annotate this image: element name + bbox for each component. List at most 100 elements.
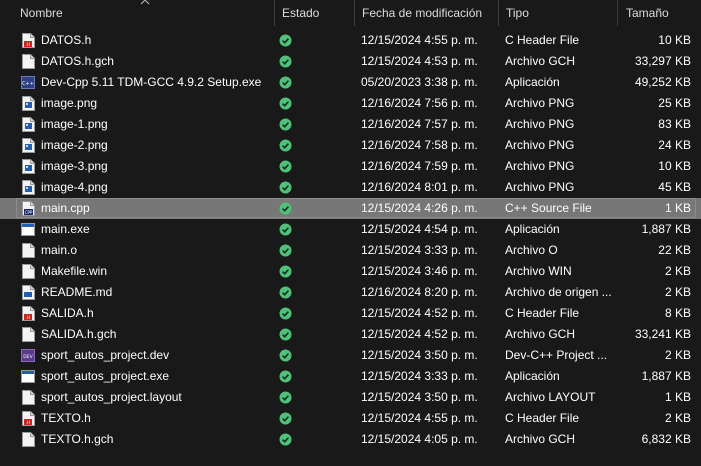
file-name[interactable]: image-4.png xyxy=(41,177,271,198)
file-name[interactable]: image-1.png xyxy=(41,114,271,135)
cpp-file-icon: CPP xyxy=(22,201,35,216)
file-size: 8 KB xyxy=(664,306,691,320)
synced-check-icon xyxy=(279,76,292,89)
png-file-icon xyxy=(22,117,35,132)
column-header-name[interactable]: Nombre xyxy=(20,0,270,26)
file-type: Archivo de origen ... xyxy=(505,285,612,299)
column-divider[interactable] xyxy=(354,0,355,26)
svg-text:.H: .H xyxy=(26,315,31,321)
file-name[interactable]: SALIDA.h.gch xyxy=(41,324,271,345)
file-name[interactable]: Dev-Cpp 5.11 TDM-GCC 4.9.2 Setup.exe xyxy=(41,72,271,93)
synced-check-icon xyxy=(279,118,292,131)
file-size: 1 KB xyxy=(664,201,691,215)
file-name[interactable]: main.exe xyxy=(41,219,271,240)
file-row[interactable]: image-4.png 12/16/2024 8:01 p. m. Archivo … xyxy=(0,177,701,198)
installer-icon: C++ xyxy=(21,76,35,89)
generic-file-icon xyxy=(22,243,35,258)
file-date: 12/16/2024 7:56 p. m. xyxy=(361,96,478,110)
file-type: Archivo PNG xyxy=(505,159,575,173)
file-size: 83 KB xyxy=(658,117,691,131)
file-size: 1,887 KB xyxy=(641,369,691,383)
file-row[interactable]: TEXTO.h.gch 12/15/2024 4:05 p. m. Archivo … xyxy=(0,429,701,450)
file-row[interactable]: image-1.png 12/16/2024 7:57 p. m. Archivo … xyxy=(0,114,701,135)
png-file-icon xyxy=(22,96,35,111)
file-row[interactable]: main.exe 12/15/2024 4:54 p. m. Aplicación 1… xyxy=(0,219,701,240)
dev-project-icon: DEV xyxy=(21,349,35,362)
file-name[interactable]: sport_autos_project.dev xyxy=(41,345,271,366)
file-row[interactable]: DATOS.h.gch 12/15/2024 4:53 p. m. Archivo … xyxy=(0,51,701,72)
file-row[interactable]: DEV sport_autos_project.dev 12/15/2024 3:5… xyxy=(0,345,701,366)
file-name[interactable]: main.cpp xyxy=(41,198,271,219)
file-date: 12/15/2024 3:50 p. m. xyxy=(361,348,478,362)
file-date: 12/16/2024 8:20 p. m. xyxy=(361,285,478,299)
file-name[interactable]: DATOS.h xyxy=(41,30,271,51)
file-date: 12/16/2024 7:59 p. m. xyxy=(361,159,478,173)
file-row[interactable]: SALIDA.h.gch 12/15/2024 4:52 p. m. Archivo… xyxy=(0,324,701,345)
file-type: Archivo PNG xyxy=(505,96,575,110)
synced-check-icon xyxy=(279,349,292,362)
file-row[interactable]: image.png 12/16/2024 7:56 p. m. Archivo PN… xyxy=(0,93,701,114)
file-row[interactable]: CPP main.cpp 12/15/2024 4:26 p. m. C++ Sour… xyxy=(0,198,701,219)
file-row[interactable]: .H TEXTO.h 12/15/2024 4:55 p. m. C Header F… xyxy=(0,408,701,429)
column-header-size[interactable]: Tamaño xyxy=(626,0,696,26)
file-date: 12/16/2024 7:57 p. m. xyxy=(361,117,478,131)
column-divider[interactable] xyxy=(617,0,618,26)
file-row[interactable]: image-2.png 12/16/2024 7:58 p. m. Archivo … xyxy=(0,135,701,156)
file-row[interactable]: image-3.png 12/16/2024 7:59 p. m. Archivo … xyxy=(0,156,701,177)
file-name[interactable]: Makefile.win xyxy=(41,261,271,282)
file-row[interactable]: .H DATOS.h 12/15/2024 4:55 p. m. C Header F… xyxy=(0,30,701,51)
column-divider[interactable] xyxy=(498,0,499,26)
file-type: C Header File xyxy=(505,33,580,47)
file-name[interactable]: sport_autos_project.exe xyxy=(41,366,271,387)
file-size: 22 KB xyxy=(658,243,691,257)
synced-check-icon xyxy=(279,160,292,173)
file-row[interactable]: README.md 12/16/2024 8:20 p. m. Archivo de… xyxy=(0,282,701,303)
synced-check-icon xyxy=(279,307,292,320)
file-size: 33,297 KB xyxy=(634,54,691,68)
exe-file-icon xyxy=(21,370,35,383)
synced-check-icon xyxy=(279,433,292,446)
file-date: 12/15/2024 3:46 p. m. xyxy=(361,264,478,278)
synced-check-icon xyxy=(279,202,292,215)
file-type: Archivo WIN xyxy=(505,264,572,278)
file-date: 12/15/2024 4:52 p. m. xyxy=(361,327,478,341)
synced-check-icon xyxy=(279,55,292,68)
column-header-type[interactable]: Tipo xyxy=(506,0,614,26)
file-date: 12/15/2024 4:52 p. m. xyxy=(361,306,478,320)
svg-text:DEV: DEV xyxy=(23,354,33,360)
svg-text:.H: .H xyxy=(26,42,31,48)
file-size: 49,252 KB xyxy=(634,75,691,89)
file-size: 2 KB xyxy=(664,285,691,299)
png-file-icon xyxy=(22,180,35,195)
png-file-icon xyxy=(22,138,35,153)
file-type: C Header File xyxy=(505,306,580,320)
file-row[interactable]: sport_autos_project.layout 12/15/2024 3:5… xyxy=(0,387,701,408)
synced-check-icon xyxy=(279,244,292,257)
file-row[interactable]: sport_autos_project.exe 12/15/2024 3:33 p… xyxy=(0,366,701,387)
file-name[interactable]: image.png xyxy=(41,93,271,114)
file-size: 10 KB xyxy=(658,33,691,47)
file-name[interactable]: sport_autos_project.layout xyxy=(41,387,271,408)
file-name[interactable]: README.md xyxy=(41,282,271,303)
file-name[interactable]: image-2.png xyxy=(41,135,271,156)
file-type: Archivo GCH xyxy=(505,432,576,446)
column-divider[interactable] xyxy=(274,0,275,26)
column-header-state[interactable]: Estado xyxy=(282,0,352,26)
file-row[interactable]: main.o 12/15/2024 3:33 p. m. Archivo O 22 K… xyxy=(0,240,701,261)
file-row[interactable]: C++ Dev-Cpp 5.11 TDM-GCC 4.9.2 Setup.exe 0… xyxy=(0,72,701,93)
file-name[interactable]: main.o xyxy=(41,240,271,261)
file-size: 2 KB xyxy=(664,411,691,425)
file-name[interactable]: SALIDA.h xyxy=(41,303,271,324)
file-name[interactable]: TEXTO.h.gch xyxy=(41,429,271,450)
file-row[interactable]: .H SALIDA.h 12/15/2024 4:52 p. m. C Header … xyxy=(0,303,701,324)
file-type: Archivo PNG xyxy=(505,180,575,194)
file-size: 24 KB xyxy=(658,138,691,152)
file-name[interactable]: image-3.png xyxy=(41,156,271,177)
svg-text:CPP: CPP xyxy=(25,210,33,215)
file-name[interactable]: TEXTO.h xyxy=(41,408,271,429)
column-header-date[interactable]: Fecha de modificación xyxy=(362,0,494,26)
file-name[interactable]: DATOS.h.gch xyxy=(41,51,271,72)
file-row[interactable]: Makefile.win 12/15/2024 3:46 p. m. Archivo… xyxy=(0,261,701,282)
synced-check-icon xyxy=(279,34,292,47)
file-date: 05/20/2023 3:38 p. m. xyxy=(361,75,478,89)
